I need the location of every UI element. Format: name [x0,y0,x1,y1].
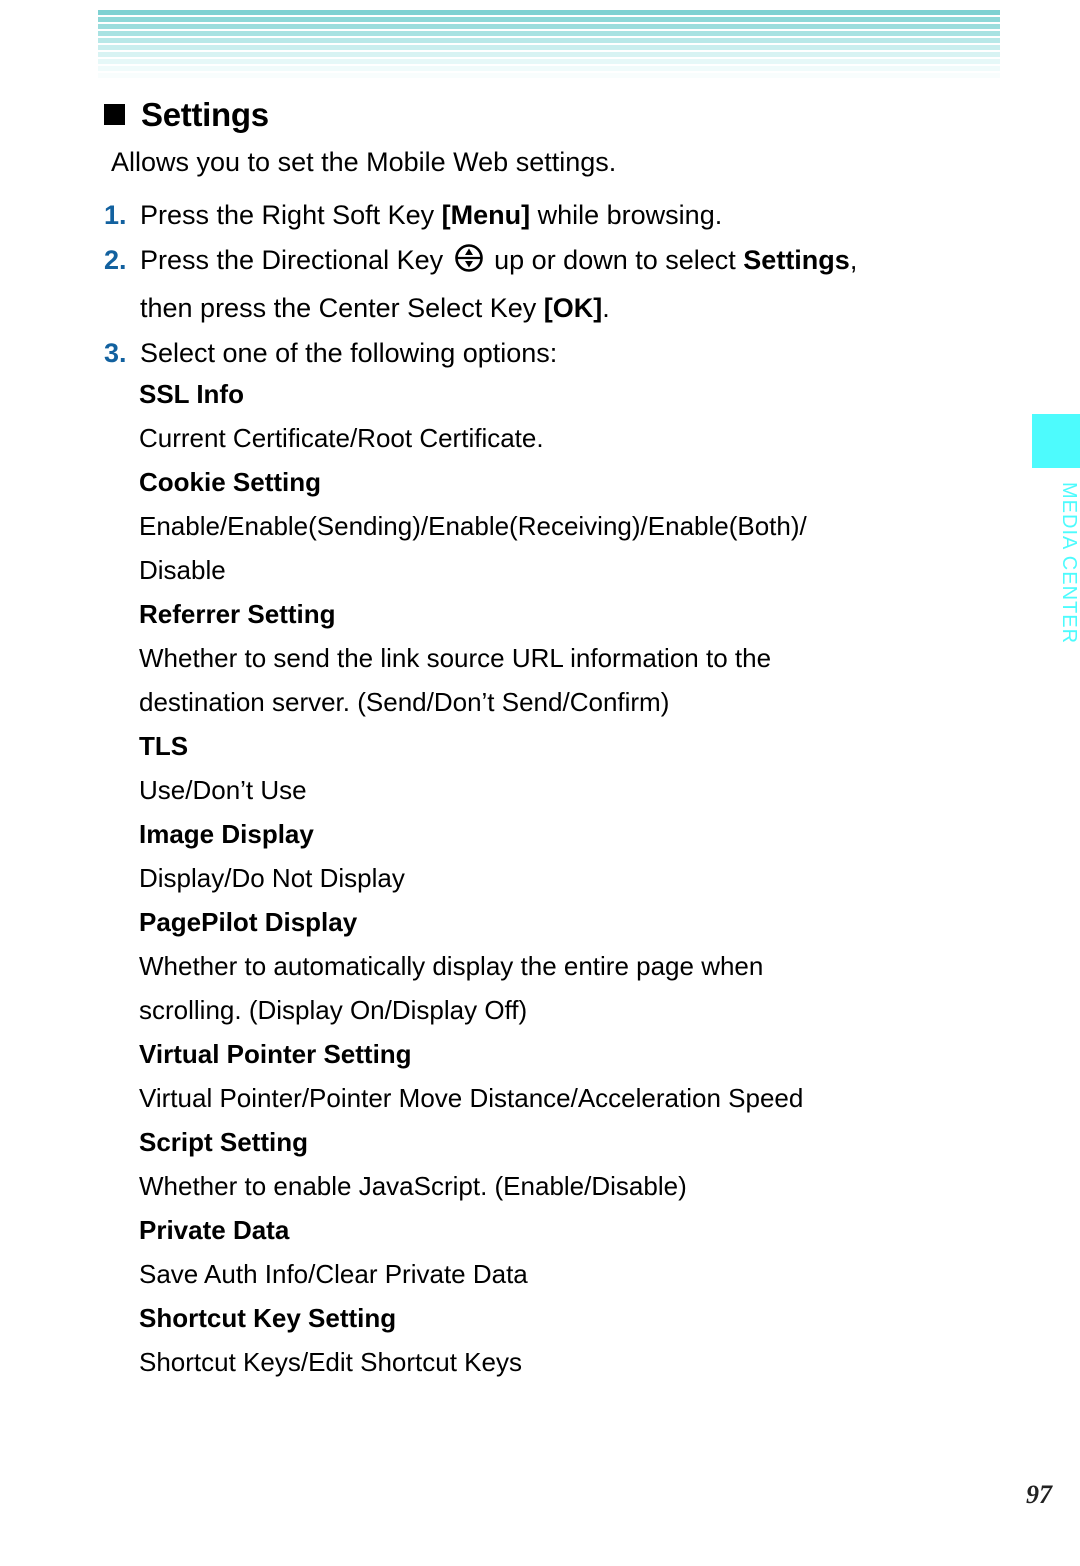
emphasis-text: [OK] [543,293,603,323]
step-number: 1. [104,200,127,230]
header-stripe [98,10,1000,15]
emphasis-text: [Menu] [441,200,531,230]
header-stripe [98,52,1000,57]
emphasis-text: Settings [743,245,850,275]
step-item: 2. Press the Directional Key up or down t… [104,238,984,330]
options-definition-list: SSL Info Current Certificate/Root Certifi… [139,372,989,1384]
step-number: 2. [104,245,127,275]
step-text: Press the Directional Key up or down to … [140,238,984,330]
option-term: Shortcut Key Setting [139,1303,397,1333]
option-description: Whether to automatically display the ent… [139,951,764,981]
option-term: TLS [139,731,189,761]
header-stripe [98,38,1000,43]
black-square-bullet-icon [104,104,125,125]
side-tab-label: MEDIA CENTER [1058,482,1080,645]
option-description: Whether to enable JavaScript. (Enable/Di… [139,1171,687,1201]
option-term: Referrer Setting [139,599,336,629]
option-description: Shortcut Keys/Edit Shortcut Keys [139,1347,522,1377]
page-number: 97 [1026,1480,1052,1509]
option-description: Display/Do Not Display [139,863,405,893]
option-description: Whether to send the link source URL info… [139,643,772,673]
option-description: Save Auth Info/Clear Private Data [139,1259,528,1289]
option-term: Cookie Setting [139,467,322,497]
option-description: Virtual Pointer/Pointer Move Distance/Ac… [139,1083,804,1113]
numbered-steps-list: 1. Press the Right Soft Key [Menu] while … [104,193,984,376]
header-stripe [98,45,1000,50]
header-stripe [98,24,1000,29]
page-title: Settings [141,96,269,133]
step-text: Press the Right Soft Key [Menu] while br… [140,200,723,230]
directional-key-up-down-icon [454,242,484,286]
option-term: Private Data [139,1215,290,1245]
intro-paragraph: Allows you to set the Mobile Web setting… [111,147,617,177]
option-term: Image Display [139,819,314,849]
section-heading: Settings [104,98,269,131]
header-stripe-band [98,10,1000,82]
option-description: Disable [139,555,226,585]
option-term: SSL Info [139,379,244,409]
option-description: Current Certificate/Root Certificate. [139,423,544,453]
option-term: Virtual Pointer Setting [139,1039,412,1069]
option-term: Script Setting [139,1127,309,1157]
header-stripe [98,73,1000,78]
header-stripe [98,59,1000,64]
side-index-tab: MEDIA CENTER [1032,414,1080,644]
step-number: 3. [104,338,127,368]
header-stripe [98,31,1000,36]
option-description: destination server. (Send/Don’t Send/Con… [139,687,670,717]
option-description: Use/Don’t Use [139,775,307,805]
option-term: PagePilot Display [139,907,358,937]
step-item: 3. Select one of the following options: [104,331,984,375]
side-tab-color-block [1032,414,1080,468]
step-text: Select one of the following options: [140,338,558,368]
option-description: scrolling. (Display On/Display Off) [139,995,528,1025]
step-item: 1. Press the Right Soft Key [Menu] while … [104,193,984,237]
header-stripe [98,17,1000,22]
header-stripe [98,66,1000,71]
option-description: Enable/Enable(Sending)/Enable(Receiving)… [139,511,807,541]
